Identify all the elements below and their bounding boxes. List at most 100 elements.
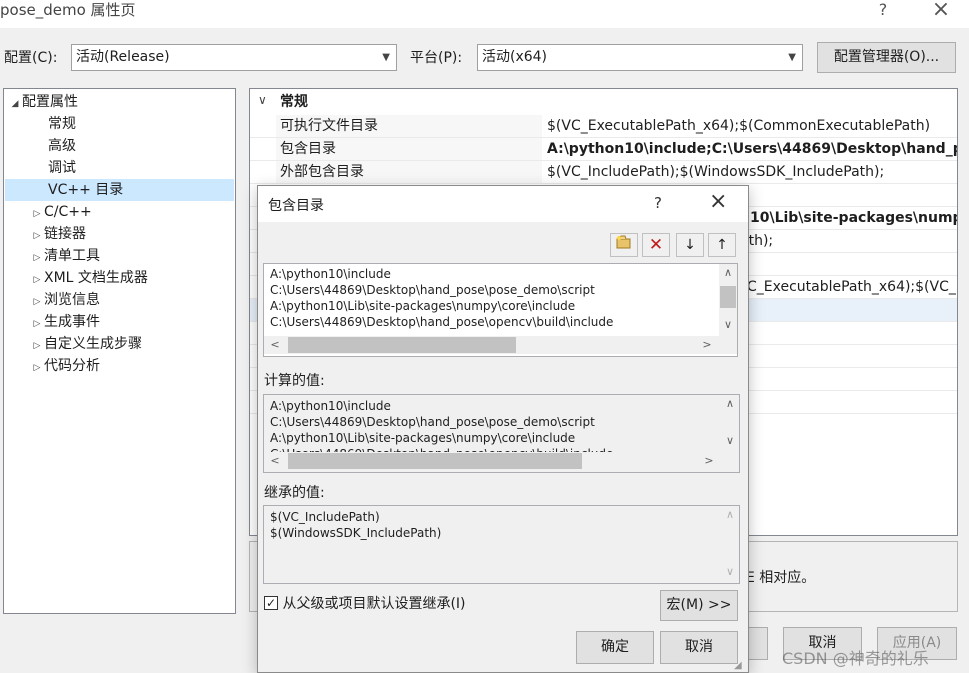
tree-item-general[interactable]: 常规	[48, 113, 76, 135]
scroll-right-icon[interactable]: >	[700, 452, 718, 470]
scroll-down-icon[interactable]: ∨	[721, 432, 739, 450]
grid-row-value: $(VC_IncludePath);$(WindowsSDK_IncludePa…	[547, 164, 885, 180]
new-line-icon[interactable]	[610, 233, 638, 257]
list-item[interactable]: C:\Users\44869\Desktop\hand_pose\opencv\…	[270, 314, 613, 330]
scroll-right-icon[interactable]: >	[698, 336, 716, 354]
config-combo[interactable]: 活动(Release) ▼	[71, 44, 397, 71]
tree-item-code-analysis[interactable]: ▷ 代码分析	[30, 355, 100, 377]
vertical-scrollbar[interactable]: ∧ ∨	[721, 395, 739, 452]
dialog-ok-button[interactable]: 确定	[576, 631, 654, 664]
resize-grip-icon[interactable]: ◢	[734, 660, 742, 671]
chevron-right-icon[interactable]: ▷	[30, 225, 44, 247]
directories-list[interactable]: A:\python10\include C:\Users\44869\Deskt…	[263, 263, 738, 357]
list-item[interactable]: A:\python10\Lib\site-packages\numpy\core…	[270, 298, 575, 314]
list-item[interactable]: A:\python10\include	[270, 266, 391, 282]
tree-item-browse[interactable]: ▷ 浏览信息	[30, 289, 100, 311]
chevron-down-icon: ▼	[788, 52, 796, 63]
vertical-scrollbar[interactable]: ∧ ∨	[721, 506, 739, 583]
computed-values-box: A:\python10\include C:\Users\44869\Deskt…	[263, 394, 740, 473]
tree-item-build-events[interactable]: ▷ 生成事件	[30, 311, 100, 333]
inherited-values-label: 继承的值:	[264, 485, 325, 501]
grid-row-value: A:\python10\include;C:\Users\44869\Deskt…	[547, 141, 957, 157]
scroll-up-icon[interactable]: ∧	[721, 395, 739, 413]
config-value: 活动(Release)	[76, 49, 170, 65]
list-item[interactable]: C:\Users\44869\Desktop\hand_pose\pose_de…	[270, 282, 595, 298]
macros-button[interactable]: 宏(M) >>	[660, 590, 738, 621]
chevron-right-icon[interactable]: ▷	[30, 357, 44, 379]
scroll-left-icon[interactable]: <	[266, 452, 284, 470]
chevron-right-icon[interactable]: ▷	[30, 247, 44, 269]
tree-item-vc-directories[interactable]: VC++ 目录	[5, 179, 234, 201]
grid-section-header[interactable]: ∨ 常规	[250, 91, 957, 114]
move-down-icon[interactable]: ↓	[676, 233, 704, 257]
inherit-checkbox-row[interactable]: ✓ 从父级或项目默认设置继承(I)	[264, 593, 466, 612]
config-manager-button[interactable]: 配置管理器(O)...	[817, 42, 956, 73]
computed-values-label: 计算的值:	[264, 373, 325, 389]
grid-row-name: 包含目录	[276, 138, 542, 160]
dialog-title-bar: 包含目录 ? ×	[258, 186, 748, 222]
description-text: E 相对应。	[746, 570, 816, 586]
tree-item-custom-build[interactable]: ▷ 自定义生成步骤	[30, 333, 142, 355]
tree-item-cpp[interactable]: ▷ C/C++	[30, 201, 92, 223]
tree-item-advanced[interactable]: 高级	[48, 135, 76, 157]
inherited-values-box: $(VC_IncludePath) $(WindowsSDK_IncludePa…	[263, 505, 740, 584]
scroll-down-icon[interactable]: ∨	[721, 563, 739, 581]
grid-row-value: n10\Lib\site-packages\numpy\core\include	[740, 210, 957, 226]
horizontal-scrollbar[interactable]: < >	[264, 452, 739, 470]
grid-row-value: C_ExecutablePath_x64);$(VC_	[747, 279, 956, 295]
title-bar: pose_demo 属性页 ? ×	[0, 0, 969, 28]
computed-value: A:\python10\include	[270, 399, 391, 413]
close-icon[interactable]: ×	[926, 0, 956, 22]
chevron-right-icon[interactable]: ▷	[30, 203, 44, 225]
dialog-cancel-button[interactable]: 取消	[660, 631, 738, 664]
tree-item-linker[interactable]: ▷ 链接器	[30, 223, 86, 245]
platform-combo[interactable]: 活动(x64) ▼	[477, 44, 803, 71]
horizontal-scrollbar[interactable]: < >	[264, 336, 737, 354]
chevron-right-icon[interactable]: ▷	[30, 269, 44, 291]
grid-row[interactable]: 可执行文件目录 $(VC_ExecutablePath_x64);$(Commo…	[250, 115, 957, 138]
tree-item-xml[interactable]: ▷ XML 文档生成器	[30, 267, 148, 289]
chevron-down-icon[interactable]: ∨	[258, 93, 267, 107]
scroll-up-icon[interactable]: ∧	[719, 264, 737, 282]
dialog-close-icon[interactable]: ×	[709, 189, 727, 214]
chevron-right-icon[interactable]: ▷	[30, 291, 44, 313]
chevron-right-icon[interactable]: ▷	[30, 335, 44, 357]
expanded-icon[interactable]: ◢	[8, 93, 22, 115]
grid-row-name: 外部包含目录	[276, 161, 542, 183]
computed-value: C:\Users\44869\Desktop\hand_pose\pose_de…	[270, 415, 595, 429]
watermark: CSDN @神奇的礼乐	[782, 649, 929, 668]
grid-row[interactable]: 包含目录 A:\python10\include;C:\Users\44869\…	[250, 138, 957, 161]
tree-item-manifest[interactable]: ▷ 清单工具	[30, 245, 100, 267]
grid-row-value: ath);	[740, 233, 774, 249]
config-label: 配置(C):	[4, 50, 58, 66]
include-directories-dialog: 包含目录 ? × ✕ ↓ ↑ A:\python10\include C:\Us…	[257, 185, 749, 673]
help-icon[interactable]: ?	[868, 0, 898, 22]
scroll-thumb[interactable]	[288, 337, 516, 353]
tree-root[interactable]: ◢ 配置属性	[8, 91, 78, 113]
grid-row[interactable]: 外部包含目录 $(VC_IncludePath);$(WindowsSDK_In…	[250, 161, 957, 184]
grid-section-title: 常规	[280, 94, 308, 110]
scroll-left-icon[interactable]: <	[266, 336, 284, 354]
window-title: pose_demo 属性页	[0, 1, 136, 19]
grid-row-value: $(VC_ExecutablePath_x64);$(CommonExecuta…	[547, 118, 931, 134]
vertical-scrollbar[interactable]: ∧ ∨	[719, 264, 737, 336]
scroll-up-icon[interactable]: ∧	[721, 506, 739, 524]
platform-label: 平台(P):	[410, 50, 463, 66]
inherit-checkbox-label: 从父级或项目默认设置继承(I)	[282, 596, 466, 612]
inherit-checkbox[interactable]: ✓	[264, 596, 278, 610]
scroll-thumb[interactable]	[288, 453, 582, 469]
delete-line-icon[interactable]: ✕	[642, 233, 670, 257]
chevron-down-icon: ▼	[382, 52, 390, 63]
inherited-value: $(WindowsSDK_IncludePath)	[270, 526, 442, 540]
grid-row-name: 可执行文件目录	[276, 115, 542, 137]
dialog-help-icon[interactable]: ?	[654, 194, 662, 212]
scroll-down-icon[interactable]: ∨	[719, 316, 737, 334]
platform-value: 活动(x64)	[482, 49, 548, 65]
computed-value: A:\python10\Lib\site-packages\numpy\core…	[270, 431, 576, 445]
chevron-right-icon[interactable]: ▷	[30, 313, 44, 335]
move-up-icon[interactable]: ↑	[708, 233, 736, 257]
scroll-thumb[interactable]	[720, 286, 736, 308]
inherited-value: $(VC_IncludePath)	[270, 510, 380, 524]
tree-item-debug[interactable]: 调试	[48, 157, 76, 179]
property-tree: ◢ 配置属性 常规 高级 调试 VC++ 目录 ▷ C/C++ ▷ 链接器 ▷ 清单工具…	[3, 88, 236, 614]
